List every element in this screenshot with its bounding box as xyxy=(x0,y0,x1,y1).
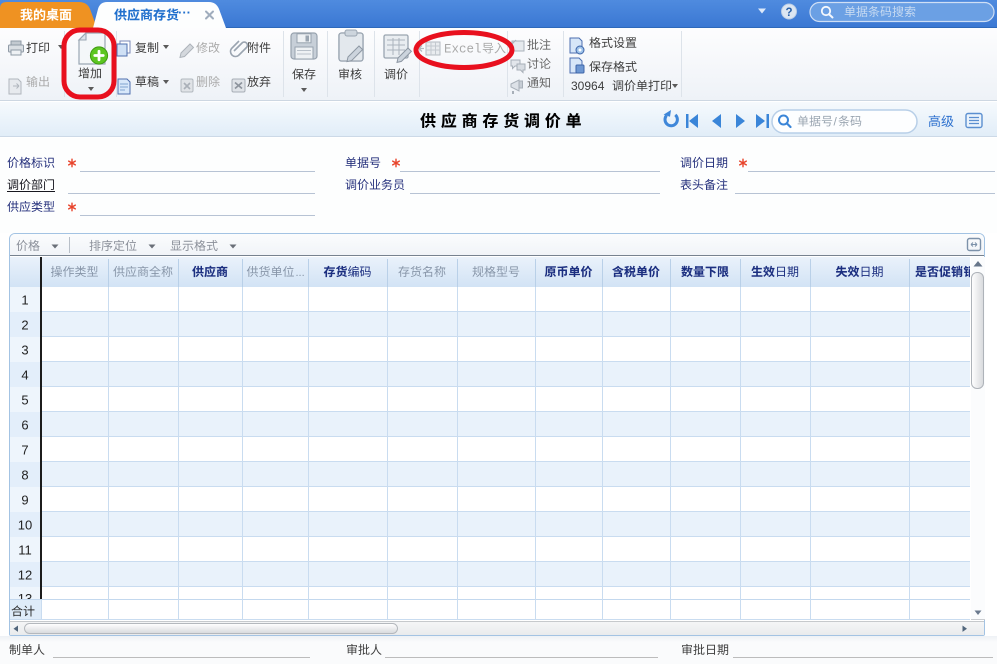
svg-text:13: 13 xyxy=(18,591,32,606)
svg-text:10: 10 xyxy=(18,518,32,533)
svg-text:4: 4 xyxy=(21,368,28,383)
svg-text:8: 8 xyxy=(21,468,28,483)
svg-text:Excel: Excel xyxy=(444,43,482,57)
svg-text:5: 5 xyxy=(21,393,28,408)
svg-text:1: 1 xyxy=(21,293,28,308)
svg-text:?: ? xyxy=(785,7,792,19)
svg-text:3: 3 xyxy=(21,343,28,358)
svg-text:12: 12 xyxy=(18,568,32,583)
svg-text:11: 11 xyxy=(18,543,32,558)
svg-text:...: ... xyxy=(296,267,305,279)
svg-text:9: 9 xyxy=(21,493,28,508)
svg-text:2: 2 xyxy=(21,318,28,333)
svg-text:7: 7 xyxy=(21,443,28,458)
svg-text:···: ··· xyxy=(178,5,191,20)
svg-text:30964: 30964 xyxy=(571,79,605,93)
svg-text:6: 6 xyxy=(21,418,28,433)
